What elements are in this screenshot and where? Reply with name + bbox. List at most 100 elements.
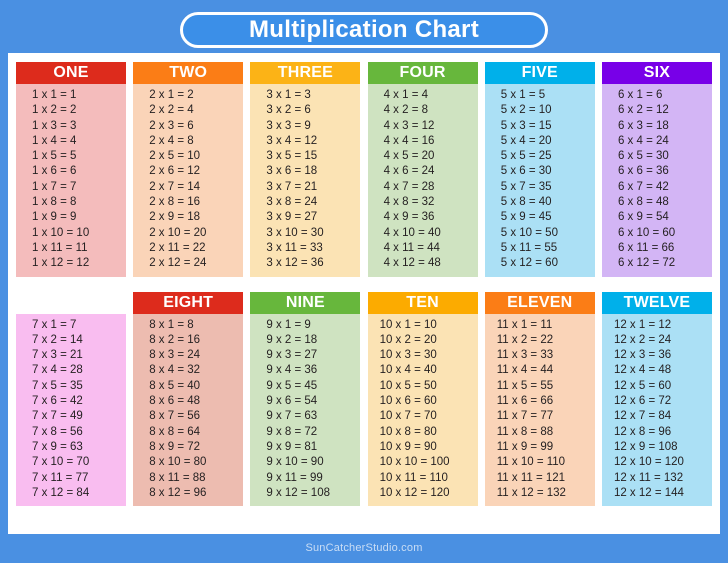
fact-line: 2 x 4 = 8 — [149, 134, 194, 147]
fact-line: 4 x 12 = 48 — [383, 257, 441, 270]
column-body-eleven: 11 x 1 = 11 11 x 2 = 22 11 x 3 = 33 11 x 4 … — [484, 313, 595, 507]
fact-line: 9 x 10 = 90 — [266, 456, 324, 469]
times-table-column-7: SEVEN 7 x 1 = 7 7 x 2 = 14 7 x 3 = 21 7 x 4 … — [16, 292, 126, 507]
column-header-six: SIX — [601, 62, 712, 84]
column-body-ten: 10 x 1 = 10 10 x 2 = 20 10 x 3 = 30 10 x 4 … — [367, 313, 478, 507]
fact-line: 4 x 2 = 8 — [383, 104, 428, 117]
fact-line: 11 x 2 = 22 — [496, 333, 554, 346]
fact-line: 12 x 8 = 96 — [613, 425, 672, 438]
column-header-five: FIVE — [484, 62, 595, 84]
column-header-one: ONE — [16, 62, 126, 84]
fact-line: 8 x 1 = 8 — [149, 318, 194, 331]
fact-line: 5 x 4 = 20 — [500, 134, 552, 147]
column-body-eight: 8 x 1 = 8 8 x 2 = 16 8 x 3 = 24 8 x 4 = 32 8… — [133, 313, 244, 507]
fact-line: 8 x 8 = 64 — [149, 425, 201, 438]
fact-line: 8 x 11 = 88 — [149, 471, 206, 484]
fact-line: 4 x 10 = 40 — [383, 226, 441, 239]
fact-line: 7 x 12 = 84 — [32, 486, 90, 499]
column-body-nine: 9 x 1 = 9 9 x 2 = 18 9 x 3 = 27 9 x 4 = 36 9… — [250, 313, 361, 507]
fact-line: 7 x 5 = 35 — [32, 379, 83, 392]
times-table-column-11: ELEVEN 11 x 1 = 11 11 x 2 = 22 11 x 3 = 33 1… — [484, 291, 595, 507]
fact-line: 2 x 5 = 10 — [149, 150, 201, 163]
fact-line: 9 x 1 = 9 — [266, 318, 311, 331]
fact-line: 5 x 11 = 55 — [500, 241, 558, 254]
fact-line: 10 x 3 = 30 — [379, 349, 437, 362]
fact-line: 8 x 4 = 32 — [149, 364, 201, 377]
times-table-column-2: TWO 2 x 1 = 22 x 2 = 42 x 3 = 62 x 4 = 82… — [133, 62, 244, 277]
column-header-four: FOUR — [367, 62, 478, 84]
fact-line: 2 x 12 = 24 — [149, 257, 207, 270]
fact-line: 3 x 2 = 6 — [266, 104, 311, 117]
fact-line: 1 x 8 = 8 — [32, 196, 77, 209]
footer-credit: SunCatcherStudio.com — [305, 542, 423, 554]
fact-line: 3 x 5 = 15 — [266, 150, 318, 163]
fact-line: 3 x 7 = 21 — [266, 180, 318, 193]
fact-line: 6 x 2 = 12 — [617, 104, 669, 117]
fact-line: 11 x 6 = 66 — [496, 395, 554, 408]
fact-line: 11 x 5 = 55 — [496, 379, 554, 392]
fact-line: 8 x 10 = 80 — [149, 456, 207, 469]
column-header-seven: SEVEN — [43, 293, 99, 311]
fact-line: 2 x 2 = 4 — [149, 104, 194, 117]
fact-line: 6 x 11 = 66 — [617, 241, 675, 254]
fact-line: 10 x 10 = 100 — [379, 456, 450, 469]
fact-line: 1 x 3 = 3 — [32, 119, 77, 132]
fact-line: 10 x 7 = 70 — [379, 410, 437, 423]
fact-line: 6 x 12 = 72 — [617, 257, 676, 270]
fact-line: 5 x 12 = 60 — [500, 257, 558, 270]
fact-line: 2 x 6 = 12 — [149, 165, 201, 178]
column-body-three: 3 x 1 = 3 3 x 2 = 6 3 x 3 = 9 3 x 4 = 12 3 x… — [250, 84, 361, 277]
fact-line: 2 x 10 = 20 — [149, 226, 207, 239]
fact-line: 1 x 2 = 2 — [32, 104, 77, 117]
fact-line: 2 x 9 = 18 — [149, 211, 201, 224]
column-header-eleven: ELEVEN — [484, 291, 595, 314]
fact-line: 12 x 1 = 12 — [613, 318, 672, 331]
fact-line: 7 x 10 = 70 — [32, 456, 90, 469]
fact-line: 4 x 11 = 44 — [383, 241, 440, 254]
fact-line: 2 x 3 = 6 — [149, 119, 194, 132]
fact-line: 8 x 5 = 40 — [149, 379, 201, 392]
fact-line: 3 x 4 = 12 — [266, 134, 318, 147]
fact-line: 9 x 12 = 108 — [266, 486, 330, 499]
fact-line: 8 x 9 = 72 — [149, 440, 201, 453]
fact-line: 2 x 7 = 14 — [149, 180, 201, 193]
fact-line: 2 x 11 = 22 — [149, 241, 206, 254]
fact-line: 3 x 8 = 24 — [266, 196, 318, 209]
times-table-column-1: ONE 1 x 1 = 11 x 2 = 21 x 3 = 31 x 4 = 41… — [16, 62, 126, 277]
fact-line: 3 x 9 = 27 — [266, 211, 318, 224]
fact-line: 3 x 11 = 33 — [266, 241, 323, 254]
fact-line: 6 x 9 = 54 — [617, 211, 669, 224]
times-table-column-12: TWELVE 12 x 1 = 12 12 x 2 = 24 12 x 3 = 36 1… — [601, 291, 712, 507]
fact-line: 9 x 3 = 27 — [266, 349, 318, 362]
fact-line: 5 x 3 = 15 — [500, 119, 552, 132]
fact-line: 11 x 8 = 88 — [496, 425, 554, 438]
fact-line: 9 x 11 = 99 — [266, 471, 323, 484]
fact-line: 1 x 11 = 11 — [32, 241, 88, 254]
fact-line: 5 x 6 = 30 — [500, 165, 552, 178]
fact-line: 7 x 2 = 14 — [32, 333, 83, 346]
fact-line: 1 x 1 = 1 — [32, 89, 77, 101]
fact-line: 8 x 7 = 56 — [149, 410, 201, 423]
fact-line: 1 x 9 = 9 — [32, 211, 77, 224]
fact-line: 11 x 7 = 77 — [496, 410, 554, 423]
fact-line: 4 x 9 = 36 — [383, 211, 435, 224]
fact-line: 9 x 4 = 36 — [266, 364, 318, 377]
fact-line: 7 x 11 = 77 — [32, 471, 89, 484]
column-header-ten: TEN — [367, 291, 478, 314]
fact-line: 11 x 12 = 132 — [496, 486, 566, 499]
fact-line: 6 x 7 = 42 — [617, 180, 669, 193]
column-header-three: THREE — [250, 62, 361, 84]
times-table-column-10: TEN 10 x 1 = 10 10 x 2 = 20 10 x 3 = 30 10 x… — [367, 291, 478, 507]
multiplication-chart-page: Multiplication Chart ONE 1 x 1 = 1 1 x 2 =… — [0, 0, 728, 563]
fact-line: 10 x 11 = 110 — [379, 471, 448, 484]
fact-line: 9 x 5 = 45 — [266, 379, 318, 392]
fact-line: 11 x 10 = 110 — [496, 456, 566, 469]
fact-line: 4 x 8 = 32 — [383, 196, 435, 209]
fact-line: 6 x 4 = 24 — [617, 134, 669, 147]
chart-row-top: ONE 1 x 1 = 11 x 2 = 21 x 3 = 31 x 4 = 41… — [16, 62, 712, 277]
fact-line: 9 x 9 = 81 — [266, 440, 318, 453]
fact-line: 4 x 5 = 20 — [383, 150, 435, 163]
column-body-one: 1 x 1 = 1 1 x 2 = 2 1 x 3 = 3 1 x 4 = 4 1 x … — [16, 84, 126, 277]
fact-line: 1 x 12 = 12 — [32, 257, 90, 270]
fact-line: 11 x 11 = 121 — [496, 471, 566, 484]
